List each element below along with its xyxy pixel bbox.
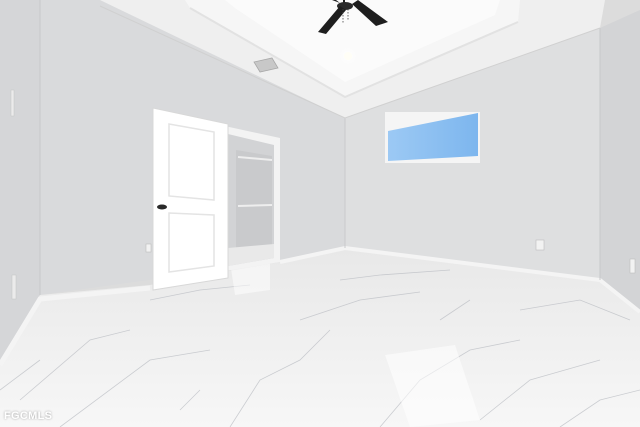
wall-outlet-left: [11, 274, 17, 300]
wall-outlet-right: [535, 239, 545, 251]
room-photo: [0, 0, 640, 427]
watermark: FGCMLS: [4, 410, 53, 422]
wall-outlet-far-right: [629, 258, 636, 274]
open-door: [152, 107, 229, 291]
light-switch-left: [10, 89, 15, 117]
recessed-light: [344, 52, 352, 60]
closet-back-wall: [236, 150, 272, 250]
closet-shelf-lower: [237, 204, 273, 207]
door-handle: [157, 204, 167, 210]
wall-outlet: [145, 243, 152, 253]
